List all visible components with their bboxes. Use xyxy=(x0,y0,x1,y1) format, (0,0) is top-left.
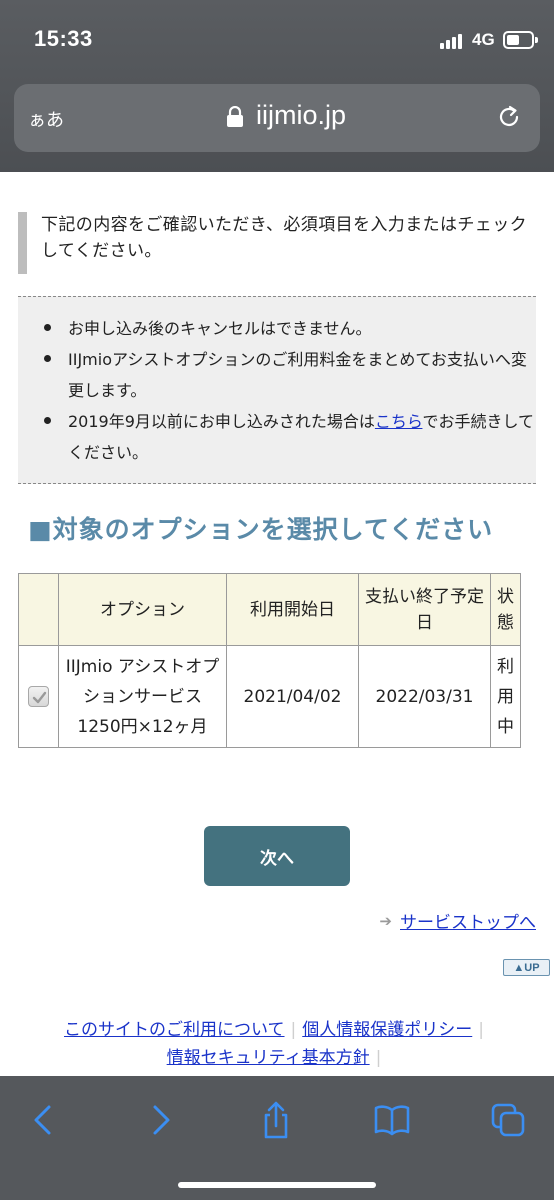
status-cell: 利用中 xyxy=(490,645,521,748)
header-start-date: 利用開始日 xyxy=(226,573,359,646)
here-link[interactable]: こちら xyxy=(375,412,423,431)
options-table: オプション 利用開始日 支払い終了予定日 状態 IIJmio アシストオプション… xyxy=(18,573,521,748)
tabs-icon[interactable] xyxy=(488,1100,528,1140)
caution-text-before-link: 2019年9月以前にお申し込みされた場合は xyxy=(68,412,375,431)
page-top-button[interactable]: ▲UP xyxy=(503,959,550,976)
lock-icon xyxy=(227,106,243,127)
header-end-date: 支払い終了予定日 xyxy=(358,573,491,646)
forward-icon[interactable] xyxy=(140,1100,180,1140)
caution-list: お申し込み後のキャンセルはできません。 IIJmioアシストオプションのご利用料… xyxy=(18,297,536,468)
share-icon[interactable] xyxy=(256,1100,296,1140)
status-time: 15:33 xyxy=(34,26,93,51)
instruction-text: 下記の内容をご確認いただき、必須項目を入力またはチェックしてください。 xyxy=(41,215,528,261)
url-text[interactable]: iijmio.jp xyxy=(256,100,346,131)
status-bar: 15:33 4G xyxy=(0,0,554,80)
arrow-right-icon: ➔ xyxy=(379,911,392,930)
footer-link-terms[interactable]: このサイトのご利用について xyxy=(64,1020,285,1040)
footer-separator: | xyxy=(375,1048,382,1068)
header-checkbox-column xyxy=(18,573,59,646)
text-size-button[interactable]: ぁあ xyxy=(28,106,64,132)
footer-link-privacy[interactable]: 個人情報保護ポリシー xyxy=(302,1020,472,1040)
row-checkbox-cell[interactable] xyxy=(18,645,59,748)
option-name-cell: IIJmio アシストオプションサービス 1250円×12ヶ月 xyxy=(58,645,227,748)
footer-separator: | xyxy=(478,1020,484,1040)
table-header-row: オプション 利用開始日 支払い終了予定日 状態 xyxy=(18,573,521,646)
footer-separator: | xyxy=(290,1020,297,1040)
battery-icon xyxy=(503,31,538,49)
header-status: 状態 xyxy=(490,573,521,646)
service-top-link[interactable]: サービストップへ xyxy=(400,908,536,933)
caution-item-cancel: お申し込み後のキャンセルはできません。 xyxy=(44,313,536,344)
signal-strength-icon xyxy=(440,33,466,49)
next-button[interactable]: 次へ xyxy=(204,826,350,886)
address-bar[interactable]: ぁあ iijmio.jp xyxy=(14,84,540,152)
footer-link-security[interactable]: 情報セキュリティ基本方針 xyxy=(167,1048,370,1068)
end-date-cell: 2022/03/31 xyxy=(358,645,491,748)
footer-row-1: このサイトのご利用について | 個人情報保護ポリシー | xyxy=(0,1016,554,1044)
start-date-cell: 2021/04/02 xyxy=(226,645,359,748)
page-content: 下記の内容をご確認いただき、必須項目を入力またはチェックしてください。 お申し込… xyxy=(0,172,554,1076)
option-checkbox[interactable] xyxy=(28,686,49,707)
footer-links: このサイトのご利用について | 個人情報保護ポリシー | 情報セキュリティ基本方針 | xyxy=(0,1016,554,1072)
caution-item-old-application: 2019年9月以前にお申し込みされた場合はこちらでお手続きしてください。 xyxy=(44,406,536,468)
section-title: ■対象のオプションを選択してください xyxy=(28,515,494,544)
caution-box: お申し込み後のキャンセルはできません。 IIJmioアシストオプションのご利用料… xyxy=(18,296,536,484)
header-option: オプション xyxy=(58,573,227,646)
back-icon[interactable] xyxy=(24,1100,64,1140)
footer-row-2: 情報セキュリティ基本方針 | xyxy=(0,1044,554,1072)
service-top-link-wrapper: ➔ サービストップへ xyxy=(379,908,536,934)
table-row: IIJmio アシストオプションサービス 1250円×12ヶ月 2021/04/… xyxy=(18,645,521,748)
home-indicator xyxy=(178,1182,376,1188)
bookmarks-icon[interactable] xyxy=(372,1100,412,1140)
caution-item-payment: IIJmioアシストオプションのご利用料金をまとめてお支払いへ変更します。 xyxy=(44,344,536,406)
instruction-notice: 下記の内容をご確認いただき、必須項目を入力またはチェックしてください。 xyxy=(18,212,530,274)
reload-icon[interactable] xyxy=(496,104,522,130)
checkmark-icon xyxy=(32,691,47,704)
network-type: 4G xyxy=(472,30,495,49)
browser-top-chrome: 15:33 4G ぁあ iijmio.jp xyxy=(0,0,554,172)
